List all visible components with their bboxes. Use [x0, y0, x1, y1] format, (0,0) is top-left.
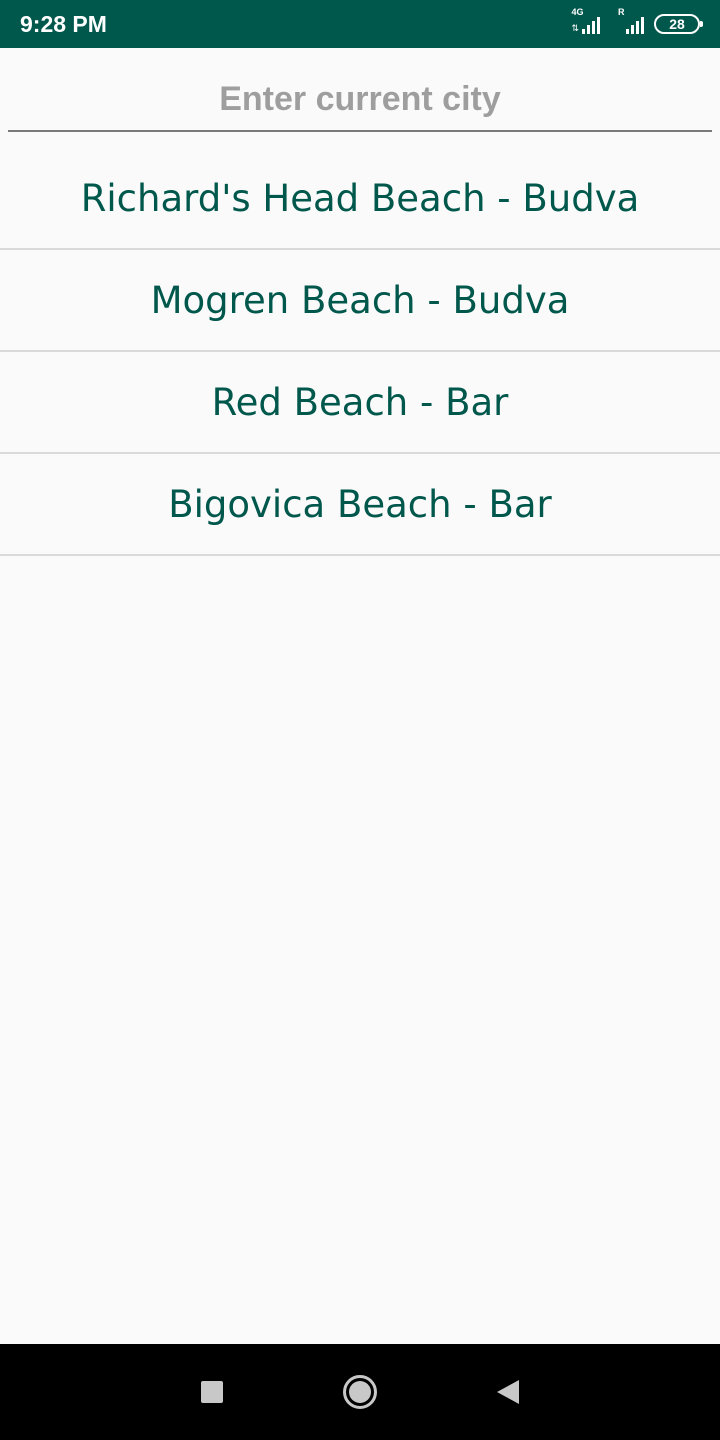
data-arrows-icon: ⇅ [571, 24, 579, 34]
beach-list: Richard's Head Beach - Budva Mogren Beac… [0, 148, 720, 556]
status-time: 9:28 PM [20, 10, 107, 37]
recents-button[interactable] [192, 1372, 232, 1412]
city-search-field [8, 70, 712, 132]
triangle-left-icon [497, 1380, 519, 1404]
list-item-beach[interactable]: Richard's Head Beach - Budva [0, 148, 720, 250]
battery-level: 28 [669, 16, 685, 32]
back-button[interactable] [488, 1372, 528, 1412]
list-item-beach[interactable]: Bigovica Beach - Bar [0, 454, 720, 556]
list-item-beach[interactable]: Mogren Beach - Budva [0, 250, 720, 352]
battery-icon: 28 [654, 14, 703, 34]
home-button[interactable] [340, 1372, 380, 1412]
list-item-beach[interactable]: Red Beach - Bar [0, 352, 720, 454]
circle-icon [343, 1375, 377, 1409]
status-icons: 4G ⇅ R 28 [571, 7, 703, 34]
status-bar: 9:28 PM 4G ⇅ R 28 [0, 0, 720, 48]
mobile-signal-icon: 4G ⇅ [571, 7, 600, 34]
roaming-label: R [618, 7, 625, 17]
roaming-signal-icon: R [618, 7, 644, 34]
network-type-label: 4G [571, 7, 584, 17]
square-icon [201, 1381, 223, 1403]
city-search-input[interactable] [8, 70, 712, 128]
system-navigation-bar [0, 1344, 720, 1440]
